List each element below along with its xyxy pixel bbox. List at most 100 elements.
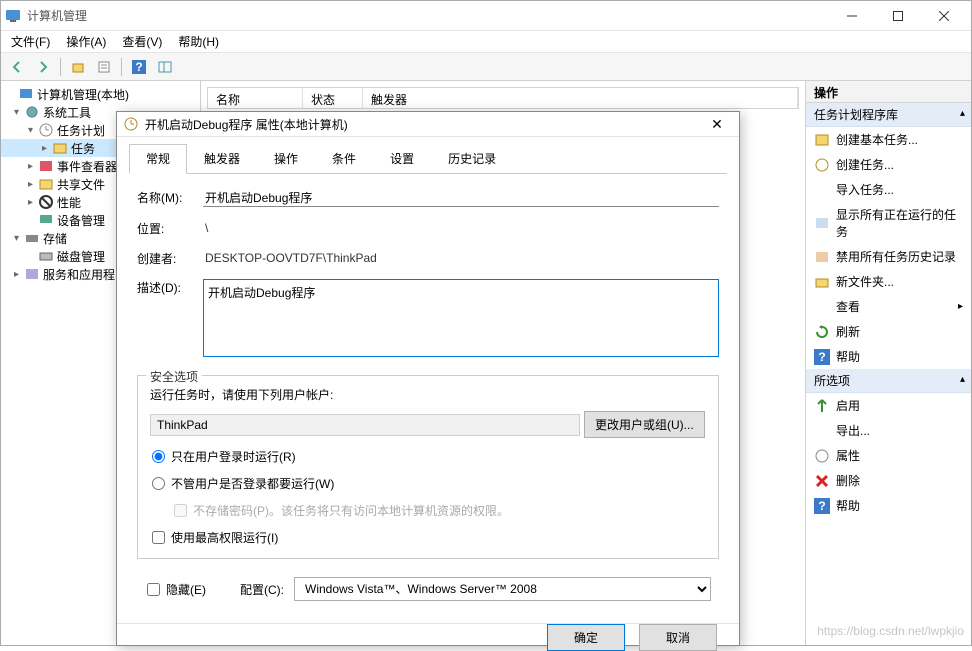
security-options-group: 安全选项 运行任务时，请使用下列用户帐户: ThinkPad 更改用户或组(U)…	[137, 375, 719, 559]
radio-run-any[interactable]: 不管用户是否登录都要运行(W)	[150, 475, 706, 492]
actions-section-tasklib[interactable]: 任务计划程序库▴	[806, 103, 971, 127]
view-icon	[814, 299, 830, 315]
radio-logged-on-label: 只在用户登录时运行(R)	[171, 448, 296, 465]
action-help-2[interactable]: ?帮助	[806, 493, 971, 518]
action-create-task[interactable]: 创建任务...	[806, 152, 971, 177]
actions-header: 操作	[806, 81, 971, 103]
tab-general[interactable]: 常规	[129, 144, 187, 174]
label-description: 描述(D):	[137, 279, 199, 296]
name-input[interactable]	[203, 188, 719, 207]
enable-icon	[814, 398, 830, 414]
menu-help[interactable]: 帮助(H)	[170, 31, 227, 52]
tree-label: 磁盘管理	[57, 248, 105, 265]
location-value: \	[203, 219, 719, 237]
action-new-folder[interactable]: 新文件夹...	[806, 269, 971, 294]
tree-label: 任务	[71, 140, 95, 157]
label-name: 名称(M):	[137, 189, 199, 206]
action-export[interactable]: 导出...	[806, 418, 971, 443]
task-icon	[814, 157, 830, 173]
radio-logged-on-input[interactable]	[152, 450, 165, 463]
highest-priv-checkbox[interactable]	[152, 531, 165, 544]
check-no-store-pwd: 不存储密码(P)。该任务将只有访问本地计算机资源的权限。	[172, 502, 706, 519]
radio-any-input[interactable]	[152, 477, 165, 490]
bottom-row: 隐藏(E) 配置(C): Windows Vista™、Windows Serv…	[137, 571, 719, 605]
dialog-icon	[123, 116, 139, 132]
action-view[interactable]: 查看▸	[806, 294, 971, 319]
toolbar: ?	[1, 53, 971, 81]
action-delete[interactable]: 删除	[806, 468, 971, 493]
tree-label: 事件查看器	[57, 158, 117, 175]
toolbar-sep	[121, 58, 122, 76]
tab-conditions[interactable]: 条件	[315, 144, 373, 174]
help-button[interactable]: ?	[127, 56, 151, 78]
ok-button[interactable]: 确定	[547, 624, 625, 651]
running-icon	[814, 215, 830, 231]
window-buttons	[829, 1, 967, 31]
up-button[interactable]	[66, 56, 90, 78]
menu-action[interactable]: 操作(A)	[58, 31, 114, 52]
check-hidden[interactable]: 隐藏(E)	[145, 581, 206, 598]
titlebar: 计算机管理	[1, 1, 971, 31]
svg-text:?: ?	[818, 499, 825, 513]
action-enable[interactable]: 启用	[806, 393, 971, 418]
maximize-button[interactable]	[875, 1, 921, 31]
list-header: 名称 状态 触发器	[207, 87, 799, 109]
actions-section-selected[interactable]: 所选项▴	[806, 369, 971, 393]
panel-button[interactable]	[153, 56, 177, 78]
check-highest-priv[interactable]: 使用最高权限运行(I)	[150, 529, 706, 546]
tree-label: 设备管理	[57, 212, 105, 229]
use-account-label: 运行任务时，请使用下列用户帐户:	[150, 386, 706, 403]
cancel-button[interactable]: 取消	[639, 624, 717, 651]
export-icon	[814, 423, 830, 439]
menu-view[interactable]: 查看(V)	[114, 31, 170, 52]
tree-root[interactable]: 计算机管理(本地)	[1, 85, 200, 103]
col-trigger[interactable]: 触发器	[363, 88, 798, 108]
label-location: 位置:	[137, 220, 199, 237]
dialog-footer: 确定 取消	[117, 623, 739, 651]
hidden-checkbox[interactable]	[147, 583, 160, 596]
no-store-pwd-label: 不存储密码(P)。该任务将只有访问本地计算机资源的权限。	[193, 502, 509, 519]
refresh-icon	[814, 324, 830, 340]
description-input[interactable]: 开机启动Debug程序	[203, 279, 719, 357]
security-legend: 安全选项	[146, 368, 202, 385]
chevron-right-icon: ▸	[958, 301, 963, 312]
tab-settings[interactable]: 设置	[373, 144, 431, 174]
change-user-button[interactable]: 更改用户或组(U)...	[584, 411, 705, 438]
history-icon	[814, 249, 830, 265]
menu-file[interactable]: 文件(F)	[3, 31, 58, 52]
tree-label: 共享文件	[57, 176, 105, 193]
action-import-task[interactable]: 导入任务...	[806, 177, 971, 202]
tab-actions[interactable]: 操作	[257, 144, 315, 174]
action-show-running[interactable]: 显示所有正在运行的任务	[806, 202, 971, 244]
import-icon	[814, 182, 830, 198]
action-create-basic-task[interactable]: 创建基本任务...	[806, 127, 971, 152]
tab-history[interactable]: 历史记录	[431, 144, 513, 174]
radio-run-logged-on[interactable]: 只在用户登录时运行(R)	[150, 448, 706, 465]
config-label: 配置(C):	[240, 581, 284, 598]
properties-icon	[814, 448, 830, 464]
no-store-pwd-checkbox	[174, 504, 187, 517]
tree-label: 系统工具	[43, 104, 91, 121]
tab-triggers[interactable]: 触发器	[187, 144, 257, 174]
nav-fwd-button[interactable]	[31, 56, 55, 78]
dialog-close-button[interactable]: ✕	[701, 112, 733, 136]
props-button[interactable]	[92, 56, 116, 78]
nav-back-button[interactable]	[5, 56, 29, 78]
window-title: 计算机管理	[27, 7, 829, 24]
account-field: ThinkPad	[150, 414, 580, 436]
tree-root-label: 计算机管理(本地)	[37, 86, 129, 103]
minimize-button[interactable]	[829, 1, 875, 31]
action-disable-history[interactable]: 禁用所有任务历史记录	[806, 244, 971, 269]
svg-text:?: ?	[135, 60, 142, 74]
action-help[interactable]: ?帮助	[806, 344, 971, 369]
hidden-label: 隐藏(E)	[166, 581, 206, 598]
chevron-up-icon: ▴	[960, 374, 965, 385]
tree-label: 存储	[43, 230, 67, 247]
col-status[interactable]: 状态	[303, 88, 363, 108]
dialog-title: 开机启动Debug程序 属性(本地计算机)	[145, 116, 701, 133]
action-refresh[interactable]: 刷新	[806, 319, 971, 344]
action-properties[interactable]: 属性	[806, 443, 971, 468]
col-name[interactable]: 名称	[208, 88, 303, 108]
close-button[interactable]	[921, 1, 967, 31]
config-select[interactable]: Windows Vista™、Windows Server™ 2008	[294, 577, 711, 601]
